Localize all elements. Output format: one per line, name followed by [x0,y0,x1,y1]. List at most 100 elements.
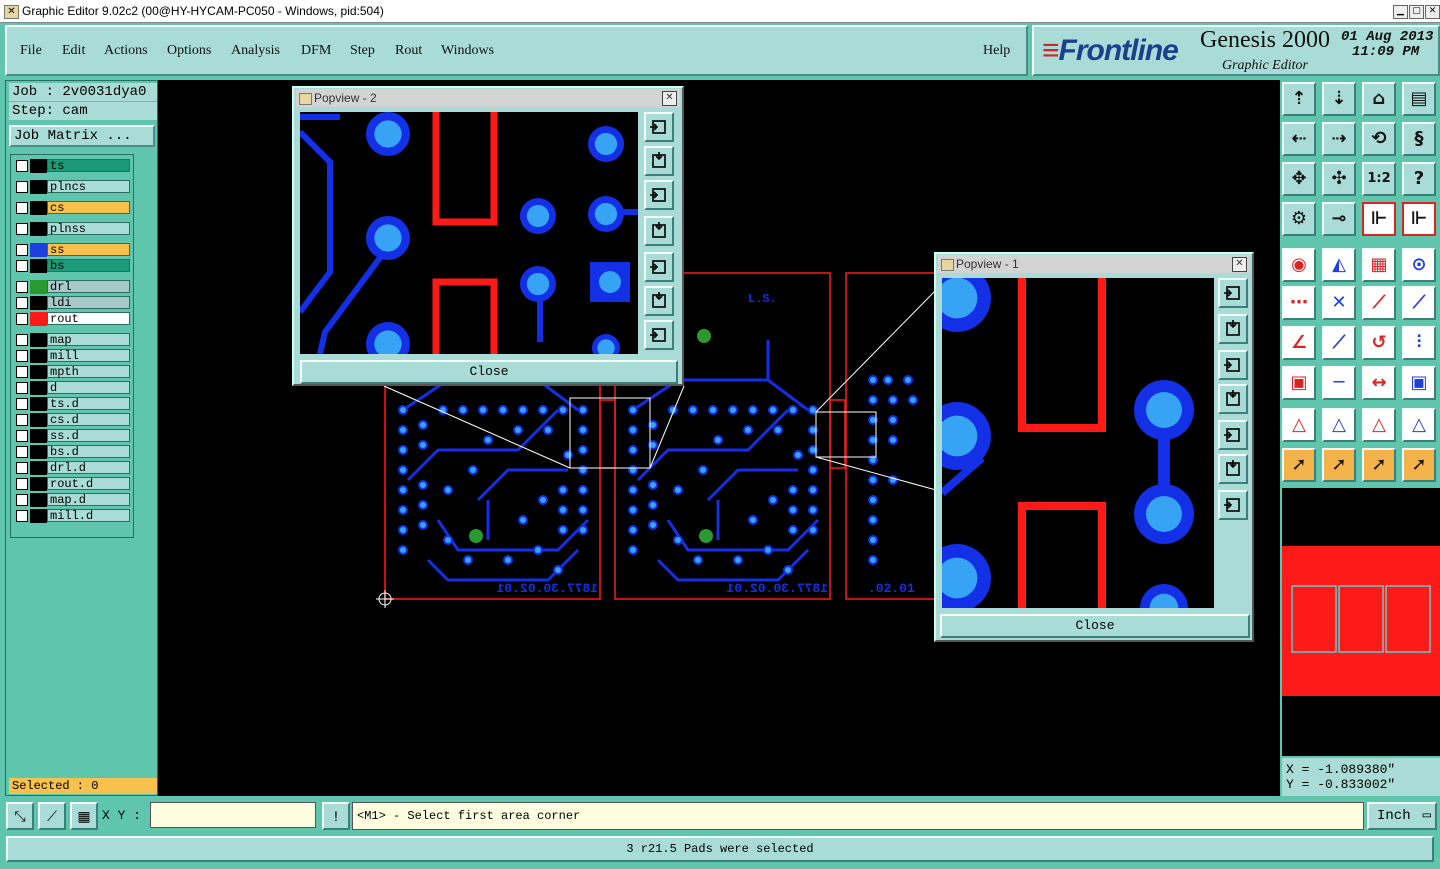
layer-name[interactable]: drl [47,280,130,294]
minimize-button[interactable]: ▁ [1393,5,1408,19]
tool-button-6[interactable]: ⇢ [1322,122,1356,156]
layer-checkbox[interactable] [16,281,28,293]
tool-button-11[interactable]: 1:2 [1362,162,1396,196]
popview-2-close-button[interactable]: Close [300,360,678,384]
popview-1-close-icon[interactable]: ✕ [1232,257,1247,272]
view-tool-icon[interactable] [644,252,674,282]
tool-button-18[interactable]: ◭ [1322,248,1356,282]
layer-bs[interactable]: bs [14,259,132,273]
view-tool-icon[interactable] [644,180,674,210]
tool-button-35[interactable]: △ [1362,408,1396,442]
layer-map[interactable]: map [14,333,132,347]
menu-analysis[interactable]: Analysis [231,43,280,59]
layer-name[interactable]: mill [47,349,130,363]
layer-checkbox[interactable] [16,334,28,346]
tool-button-14[interactable]: ⊸ [1322,202,1356,236]
menu-actions[interactable]: Actions [104,43,148,59]
tool-button-38[interactable]: ➚ [1322,448,1356,482]
menu-windows[interactable]: Windows [441,43,494,59]
view-tool-icon[interactable] [1218,420,1248,450]
menu-dfm[interactable]: DFM [301,43,331,59]
tool-button-31[interactable]: ↔ [1362,366,1396,400]
layer-plnss[interactable]: plnss [14,222,132,236]
tool-button-29[interactable]: ▣ [1282,366,1316,400]
layer-name[interactable]: ts.d [47,397,130,411]
popview-2-view[interactable] [300,112,638,354]
popview-1-close-button[interactable]: Close [940,614,1250,638]
layer-drl-d[interactable]: drl.d [14,461,132,475]
view-tool-icon[interactable] [644,286,674,316]
view-tool-icon[interactable] [1218,490,1248,520]
tool-button-37[interactable]: ➚ [1282,448,1316,482]
layer-checkbox[interactable] [16,398,28,410]
job-matrix-button[interactable]: Job Matrix ... [9,125,155,147]
tool-button-36[interactable]: △ [1402,408,1436,442]
layer-ts[interactable]: ts [14,159,132,173]
menu-options[interactable]: Options [167,43,211,59]
tool-button-17[interactable]: ◉ [1282,248,1316,282]
overview-map[interactable] [1282,488,1440,756]
layer-name[interactable]: ss [47,243,130,257]
tool-button-8[interactable]: § [1402,122,1436,156]
layer-drl[interactable]: drl [14,280,132,294]
tool-button-40[interactable]: ➚ [1402,448,1436,482]
menu-rout[interactable]: Rout [395,43,422,59]
layer-bs-d[interactable]: bs.d [14,445,132,459]
tool-button-21[interactable]: ⋯ [1282,286,1316,320]
layer-ts-d[interactable]: ts.d [14,397,132,411]
layer-name[interactable]: ss.d [47,429,130,443]
tool-button-7[interactable]: ⟲ [1362,122,1396,156]
menu-help[interactable]: Help [983,43,1010,59]
tool-button-33[interactable]: △ [1282,408,1316,442]
tool-button-1[interactable]: ⇡ [1282,82,1316,116]
close-window-button[interactable]: ✕ [1425,5,1440,19]
layer-map-d[interactable]: map.d [14,493,132,507]
tool-button-5[interactable]: ⇠ [1282,122,1316,156]
tool-button-9[interactable]: ✥ [1282,162,1316,196]
layer-checkbox[interactable] [16,382,28,394]
tool-button-28[interactable]: ⫶ [1402,326,1436,360]
layer-cs[interactable]: cs [14,201,132,215]
layer-name[interactable]: ts [47,159,130,173]
tool-button-3[interactable]: ⌂ [1362,82,1396,116]
layer-name[interactable]: drl.d [47,461,130,475]
tool-button-23[interactable]: ⟋ [1362,286,1396,320]
tool-button-32[interactable]: ▣ [1402,366,1436,400]
maximize-button[interactable]: ▢ [1409,5,1424,19]
layer-mill[interactable]: mill [14,349,132,363]
units-select[interactable]: Inch ▭ [1367,802,1437,830]
layer-name[interactable]: map.d [47,493,130,507]
grid-icon[interactable]: ▦ [70,802,98,830]
tool-button-19[interactable]: ▦ [1362,248,1396,282]
layer-name[interactable]: mill.d [47,509,130,523]
layer-checkbox[interactable] [16,260,28,272]
layer-checkbox[interactable] [16,414,28,426]
tool-button-25[interactable]: ∠ [1282,326,1316,360]
tool-button-30[interactable]: ─ [1322,366,1356,400]
menu-file[interactable]: File [20,43,42,59]
layer-checkbox[interactable] [16,462,28,474]
view-tool-icon[interactable] [1218,384,1248,414]
measure-icon[interactable]: ⟋ [38,802,66,830]
tool-button-27[interactable]: ↺ [1362,326,1396,360]
alert-icon[interactable]: ! [322,802,350,830]
view-tool-icon[interactable] [1218,314,1248,344]
layer-checkbox[interactable] [16,430,28,442]
layer-checkbox[interactable] [16,223,28,235]
layer-d[interactable]: d [14,381,132,395]
layer-name[interactable]: bs [47,259,130,273]
tool-button-26[interactable]: ⟋ [1322,326,1356,360]
snap-icon[interactable]: ⤡ [6,802,34,830]
layer-ss[interactable]: ss [14,243,132,257]
layer-checkbox[interactable] [16,181,28,193]
layer-plncs[interactable]: plncs [14,180,132,194]
layer-name[interactable]: plncs [47,180,130,194]
layer-name[interactable]: d [47,381,130,395]
tool-button-34[interactable]: △ [1322,408,1356,442]
tool-button-2[interactable]: ⇣ [1322,82,1356,116]
tool-button-10[interactable]: ✣ [1322,162,1356,196]
tool-button-13[interactable]: ⚙ [1282,202,1316,236]
layer-name[interactable]: ldi [47,296,130,310]
tool-button-16[interactable]: ⊩ [1402,202,1436,236]
overview-map-view[interactable] [1282,488,1440,756]
